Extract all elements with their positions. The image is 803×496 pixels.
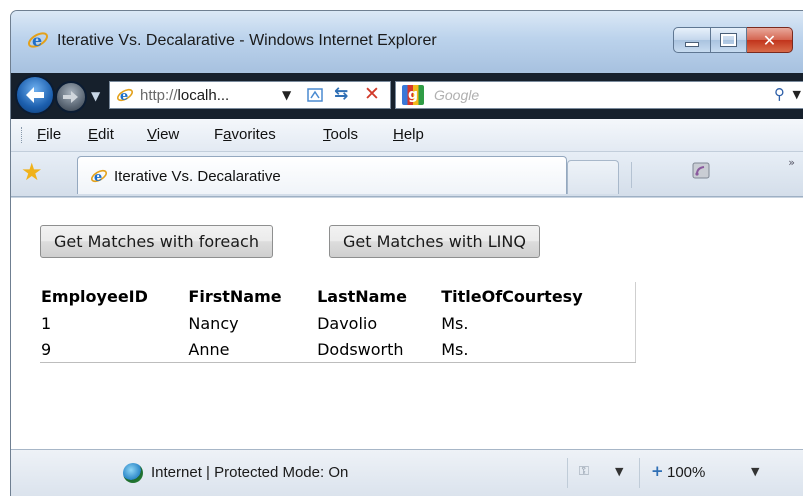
search-box[interactable]: g Google ⚲ ▼ (395, 81, 803, 109)
menu-file[interactable]: File (37, 126, 61, 143)
back-arrow-icon (26, 87, 44, 103)
table-cell: Ms. (441, 339, 469, 359)
svg-text:e: e (94, 170, 102, 185)
stop-icon[interactable]: ✕ (364, 83, 380, 105)
status-options-dropdown[interactable]: ▼ (615, 465, 623, 478)
address-bar[interactable]: e http://localh... ▼ ⇆ ✕ (109, 81, 391, 109)
internet-globe-icon (123, 463, 143, 483)
menu-help[interactable]: Help (393, 126, 424, 143)
menu-bar: File Edit View Favorites Tools Help (11, 119, 803, 152)
compatibility-view-icon[interactable] (306, 86, 324, 108)
forward-arrow-icon (63, 91, 78, 103)
table-cell: Anne (188, 339, 230, 359)
employees-table: EmployeeID FirstName LastName TitleOfCou… (40, 282, 636, 363)
page-ie-icon: e (116, 86, 134, 108)
caption-buttons: ✕ (673, 27, 793, 53)
search-options-dropdown[interactable]: ▼ (793, 88, 801, 101)
zoom-level[interactable]: 100% (667, 464, 705, 481)
column-header: TitleOfCourtesy (441, 286, 583, 306)
navigation-bar: ▼ e http://localh... ▼ ⇆ ✕ g Google ⚲ ▼ (11, 73, 803, 119)
tab-bar: ★ e Iterative Vs. Decalarative » (11, 152, 803, 197)
address-input[interactable]: http://localh... (140, 87, 229, 104)
table-row: 1 Nancy Davolio Ms. (40, 310, 636, 336)
maximize-button[interactable] (711, 27, 747, 53)
more-tools-chevron-icon[interactable]: » (788, 156, 795, 169)
svg-text:e: e (32, 31, 42, 50)
security-zone-text[interactable]: Internet | Protected Mode: On (151, 464, 348, 481)
column-header: LastName (317, 286, 407, 306)
get-matches-foreach-button[interactable]: Get Matches with foreach (40, 225, 273, 258)
status-separator (639, 458, 640, 488)
recent-pages-dropdown[interactable]: ▼ (91, 89, 100, 103)
protected-mode-icon[interactable]: ⚿ (579, 464, 589, 479)
menu-favorites[interactable]: Favorites (214, 126, 276, 143)
close-icon: ✕ (762, 30, 777, 50)
title-bar: e Iterative Vs. Decalarative - Windows I… (11, 11, 803, 71)
window-title: Iterative Vs. Decalarative - Windows Int… (57, 32, 437, 49)
zoom-dropdown[interactable]: ▼ (751, 465, 759, 478)
tab-ie-icon: e (90, 167, 108, 189)
menu-view[interactable]: View (147, 126, 179, 143)
svg-text:e: e (120, 89, 128, 104)
back-button[interactable] (15, 75, 55, 115)
minimize-button[interactable] (673, 27, 711, 53)
feed-icon[interactable] (691, 160, 713, 182)
tab-label: Iterative Vs. Decalarative (114, 168, 281, 185)
magnifier-icon[interactable]: ⚲ (774, 85, 785, 103)
menu-grip (21, 127, 24, 143)
status-separator (567, 458, 568, 488)
refresh-icon[interactable]: ⇆ (334, 84, 348, 104)
table-header-row: EmployeeID FirstName LastName TitleOfCou… (40, 282, 636, 310)
table-cell: Davolio (317, 313, 378, 333)
address-dropdown[interactable]: ▼ (282, 88, 291, 102)
table-cell: Dodsworth (317, 339, 404, 359)
table-cell: Ms. (441, 313, 469, 333)
table-row: 9 Anne Dodsworth Ms. (40, 336, 636, 363)
ie-icon: e (27, 29, 49, 55)
status-bar: Internet | Protected Mode: On ⚿ ▼ + 100%… (11, 449, 803, 496)
close-button[interactable]: ✕ (747, 27, 793, 53)
menu-tools[interactable]: Tools (323, 126, 358, 143)
tab-iterative-vs-decalarative[interactable]: e Iterative Vs. Decalarative (77, 156, 567, 194)
maximize-icon (720, 33, 737, 47)
tab-separator (631, 162, 632, 188)
new-tab-button[interactable] (567, 160, 619, 194)
minimize-icon (685, 41, 699, 47)
menu-edit[interactable]: Edit (88, 126, 114, 143)
search-input[interactable]: Google (434, 87, 479, 103)
table-cell: 1 (41, 313, 52, 333)
table-cell: Nancy (188, 313, 239, 333)
favorites-star-icon[interactable]: ★ (21, 160, 43, 184)
zoom-icon[interactable]: + (651, 462, 664, 480)
browser-window: e Iterative Vs. Decalarative - Windows I… (10, 10, 803, 496)
column-header: EmployeeID (41, 286, 148, 306)
table-cell: 9 (41, 339, 52, 359)
column-header: FirstName (188, 286, 282, 306)
get-matches-linq-button[interactable]: Get Matches with LINQ (329, 225, 540, 258)
page-content: Get Matches with foreach Get Matches wit… (11, 197, 803, 450)
forward-button[interactable] (55, 81, 87, 113)
search-provider-icon[interactable]: g (402, 85, 424, 105)
